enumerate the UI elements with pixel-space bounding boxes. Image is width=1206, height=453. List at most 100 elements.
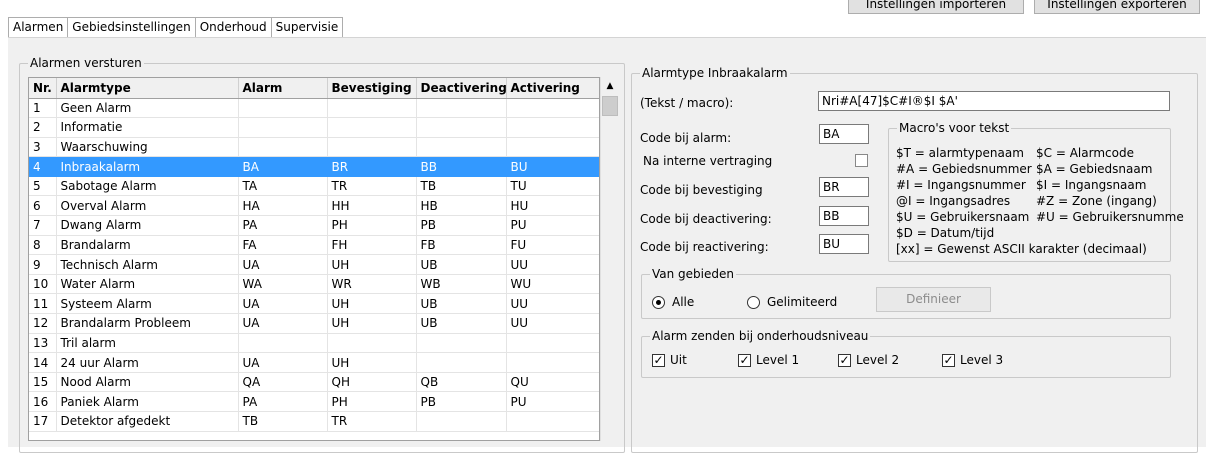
table-row[interactable]: 12 Brandalarm Probleem UA UH UB UU [29, 313, 599, 334]
table-row[interactable]: 11 Systeem Alarm UA UH UB UU [29, 293, 599, 315]
maintenance-level3-checkbox[interactable]: ✓ [942, 354, 955, 367]
table-cell: BA [238, 156, 328, 177]
table-cell: TR [327, 176, 417, 197]
areas-all-label: Alle [672, 295, 695, 309]
table-row[interactable]: 14 24 uur Alarm UA UH [29, 352, 599, 373]
code-deactivate-input[interactable]: BB [819, 206, 869, 226]
alarm-table[interactable]: Nr. Alarmtype Alarm Bevestiging Deactive… [28, 77, 600, 441]
table-cell [416, 98, 507, 119]
table-cell: Systeem Alarm [56, 293, 239, 315]
table-cell: Technisch Alarm [56, 254, 239, 275]
table-cell: TB [416, 176, 507, 197]
table-cell: TB [238, 411, 328, 432]
table-cell: QU [506, 372, 599, 393]
scroll-up-arrow-icon[interactable]: ▲ [602, 78, 618, 95]
areas-title: Van gebieden [650, 267, 736, 281]
tab-alarmen[interactable]: Alarmen [8, 17, 69, 37]
table-cell: Brandalarm [56, 235, 239, 256]
table-row[interactable]: 3 Waarschuwing [29, 137, 599, 158]
table-cell: 1 [29, 98, 57, 119]
col-header-activering[interactable]: Activering [506, 78, 599, 99]
col-header-alarmtype[interactable]: Alarmtype [56, 78, 239, 99]
table-row[interactable]: 16 Paniek Alarm PA PH PB PU [29, 391, 599, 412]
table-cell: TU [506, 176, 599, 197]
table-cell: Overval Alarm [56, 195, 239, 217]
table-cell: Informatie [56, 117, 239, 138]
table-header-row: Nr. Alarmtype Alarm Bevestiging Deactive… [29, 78, 599, 99]
table-scrollbar[interactable]: ▲ [600, 77, 618, 441]
col-header-deactivering[interactable]: Deactivering [416, 78, 507, 99]
table-cell: Brandalarm Probleem [56, 313, 239, 334]
table-row[interactable]: 4 Inbraakalarm BA BR BB BU [29, 156, 599, 177]
table-row[interactable]: 6 Overval Alarm HA HH HB HU [29, 195, 599, 217]
table-cell: 3 [29, 137, 57, 158]
table-cell: PB [416, 215, 507, 236]
export-settings-button[interactable]: Instellingen exporteren [1034, 0, 1200, 14]
table-row[interactable]: 10 Water Alarm WA WR WB WU [29, 274, 599, 295]
maintenance-level2-checkbox[interactable]: ✓ [838, 354, 851, 367]
code-reactivate-input[interactable]: BU [819, 234, 869, 254]
table-cell: 15 [29, 372, 57, 393]
table-cell: HB [416, 195, 507, 217]
maintenance-level1-checkbox[interactable]: ✓ [738, 354, 751, 367]
table-cell: 16 [29, 391, 57, 412]
table-cell: HH [327, 195, 417, 217]
text-macro-input[interactable]: Nri#A[47]$C#I®$I $A' [818, 91, 1170, 111]
table-cell: UH [327, 352, 417, 373]
table-cell: UU [506, 254, 599, 275]
internal-delay-checkbox[interactable] [855, 154, 868, 167]
internal-delay-label: Na interne vertraging [643, 154, 773, 168]
table-cell [506, 411, 599, 432]
table-cell: PU [506, 215, 599, 236]
maintenance-uit-checkbox[interactable]: ✓ [652, 354, 665, 367]
col-header-bevestiging[interactable]: Bevestiging [327, 78, 417, 99]
code-confirm-input[interactable]: BR [819, 177, 869, 197]
tab-supervisie[interactable]: Supervisie [270, 17, 344, 37]
areas-limited-radio[interactable] [747, 296, 760, 309]
table-cell: 7 [29, 215, 57, 236]
table-cell: BB [416, 156, 507, 177]
table-cell: UU [506, 313, 599, 334]
table-cell: Nood Alarm [56, 372, 239, 393]
define-button[interactable]: Definieer [876, 287, 991, 312]
table-cell: 4 [29, 156, 57, 177]
table-cell: UB [416, 293, 507, 315]
table-cell: UA [238, 293, 328, 315]
table-cell: QH [327, 372, 417, 393]
areas-all-radio[interactable] [652, 296, 665, 309]
maintenance-level3-label: Level 3 [960, 353, 1004, 367]
table-cell [506, 117, 599, 138]
code-alarm-input[interactable]: BA [819, 124, 869, 144]
col-header-alarm[interactable]: Alarm [238, 78, 328, 99]
table-cell: UU [506, 293, 599, 315]
import-settings-button[interactable]: Instellingen importeren [848, 0, 1024, 14]
table-cell: BU [506, 156, 599, 177]
table-cell [327, 137, 417, 158]
table-row[interactable]: 7 Dwang Alarm PA PH PB PU [29, 215, 599, 236]
table-row[interactable]: 2 Informatie [29, 117, 599, 138]
table-row[interactable]: 17 Detektor afgedekt TB TR [29, 411, 599, 432]
tab-gebiedsinstellingen[interactable]: Gebiedsinstellingen [67, 17, 196, 37]
table-cell: UB [416, 313, 507, 334]
table-row[interactable]: 5 Sabotage Alarm TA TR TB TU [29, 176, 599, 197]
macro-line: $I = Ingangsnaam [1036, 178, 1147, 192]
table-row[interactable]: 13 Tril alarm [29, 333, 599, 354]
table-row[interactable]: 8 Brandalarm FA FH FB FU [29, 235, 599, 256]
table-cell: Dwang Alarm [56, 215, 239, 236]
macro-line: $T = alarmtypenaam [896, 146, 1024, 160]
maintenance-level1-label: Level 1 [756, 353, 800, 367]
macro-line: $U = Gebruikersnaam [896, 210, 1030, 224]
table-cell: 12 [29, 313, 57, 334]
table-cell: UA [238, 254, 328, 275]
scroll-thumb[interactable] [602, 96, 618, 116]
tab-onderhoud[interactable]: Onderhoud [194, 17, 272, 37]
table-cell [238, 333, 328, 354]
table-cell: FB [416, 235, 507, 256]
alarm-type-title: Alarmtype Inbraakalarm [640, 66, 790, 80]
table-cell: PH [327, 215, 417, 236]
table-row[interactable]: 9 Technisch Alarm UA UH UB UU [29, 254, 599, 275]
table-row[interactable]: 15 Nood Alarm QA QH QB QU [29, 372, 599, 393]
table-row[interactable]: 1 Geen Alarm [29, 98, 599, 119]
table-cell: TA [238, 176, 328, 197]
col-header-nr[interactable]: Nr. [29, 78, 57, 99]
